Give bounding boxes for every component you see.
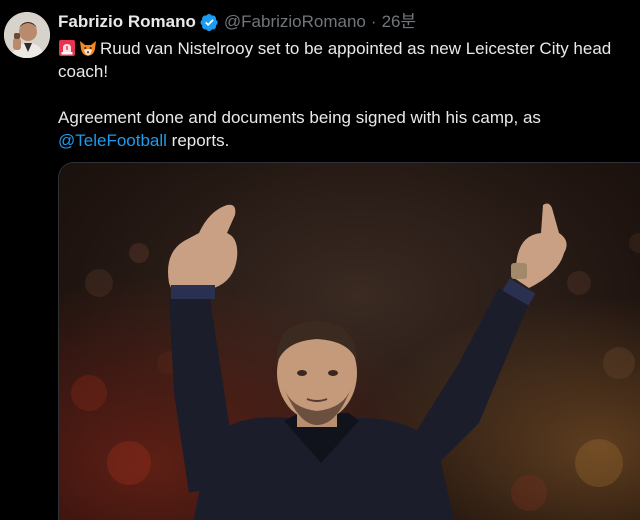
siren-emoji-icon [59, 40, 75, 56]
tweet-paragraph-2: Agreement done and documents being signe… [58, 106, 638, 152]
tweet-paragraph-1: Ruud van Nistelrooy set to be appointed … [58, 37, 638, 83]
separator-dot: · [370, 12, 377, 31]
tweet-photo[interactable] [58, 162, 640, 520]
tweet-body: Fabrizio Romano @FabrizioRomano · 26분 Ru… [58, 11, 640, 152]
tweet-line-1: Ruud van Nistelrooy set to be appointed … [58, 39, 612, 81]
tweet[interactable]: Fabrizio Romano @FabrizioRomano · 26분 Ru… [0, 0, 640, 520]
tweet-line-2-start: Agreement done and documents being signe… [58, 108, 541, 127]
avatar[interactable] [4, 12, 50, 58]
tweet-line-2-end: reports. [166, 131, 230, 150]
coach-celebration-photo-icon [59, 163, 640, 520]
tweet-header: Fabrizio Romano @FabrizioRomano · 26분 [58, 11, 640, 33]
mention-link[interactable]: @TeleFootball [58, 131, 167, 150]
timestamp[interactable]: 26분 [382, 11, 417, 33]
author-name[interactable]: Fabrizio Romano [58, 11, 196, 33]
tweet-text: Ruud van Nistelrooy set to be appointed … [58, 37, 638, 152]
author-handle[interactable]: @FabrizioRomano [224, 11, 366, 33]
verified-badge-icon[interactable] [200, 13, 219, 32]
fox-emoji-icon [80, 41, 96, 56]
profile-photo-icon [4, 12, 50, 58]
